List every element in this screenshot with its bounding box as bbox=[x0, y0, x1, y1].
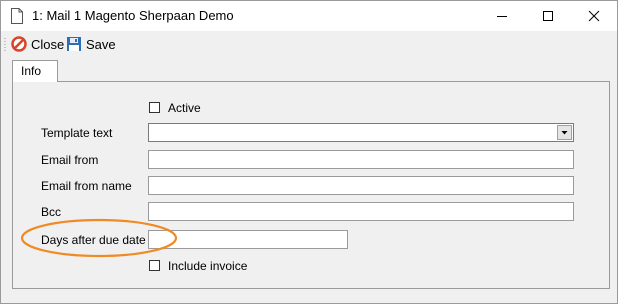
maximize-button[interactable] bbox=[525, 1, 571, 31]
title-bar[interactable]: 1: Mail 1 Magento Sherpaan Demo bbox=[1, 1, 617, 31]
close-button-label: Close bbox=[31, 36, 65, 52]
dialog-window: 1: Mail 1 Magento Sherpaan Demo Close Sa… bbox=[0, 0, 618, 304]
bcc-field[interactable] bbox=[148, 202, 574, 221]
close-button[interactable]: Close bbox=[11, 35, 64, 53]
template-text-dropdown[interactable] bbox=[148, 123, 574, 142]
toolbar-grip[interactable] bbox=[4, 37, 6, 51]
document-icon bbox=[11, 8, 23, 24]
tab-info[interactable]: Info bbox=[12, 60, 58, 82]
window-title: 1: Mail 1 Magento Sherpaan Demo bbox=[32, 8, 234, 23]
toolbar: Close Save bbox=[1, 31, 617, 57]
email-from-name-label: Email from name bbox=[41, 179, 132, 193]
active-label: Active bbox=[168, 101, 201, 115]
template-text-label: Template text bbox=[41, 126, 113, 140]
highlight-annotation bbox=[20, 218, 178, 258]
tab-info-label: Info bbox=[21, 64, 42, 78]
email-from-label: Email from bbox=[41, 153, 99, 167]
tab-strip: Info bbox=[12, 59, 612, 82]
save-button-label: Save bbox=[86, 36, 116, 52]
window-close-button[interactable] bbox=[571, 1, 617, 31]
include-invoice-checkbox[interactable] bbox=[149, 260, 160, 271]
active-checkbox[interactable] bbox=[149, 102, 160, 113]
save-button[interactable]: Save bbox=[66, 35, 116, 53]
cancel-icon bbox=[11, 36, 27, 52]
chevron-down-icon bbox=[561, 131, 568, 135]
minimize-icon bbox=[497, 16, 507, 17]
maximize-icon bbox=[543, 11, 553, 21]
dropdown-arrow[interactable] bbox=[557, 125, 572, 140]
floppy-disk-icon bbox=[67, 37, 81, 51]
minimize-button[interactable] bbox=[479, 1, 525, 31]
include-invoice-label: Include invoice bbox=[168, 259, 248, 273]
email-from-name-field[interactable] bbox=[148, 176, 574, 195]
email-from-field[interactable] bbox=[148, 150, 574, 169]
close-icon bbox=[588, 10, 600, 22]
